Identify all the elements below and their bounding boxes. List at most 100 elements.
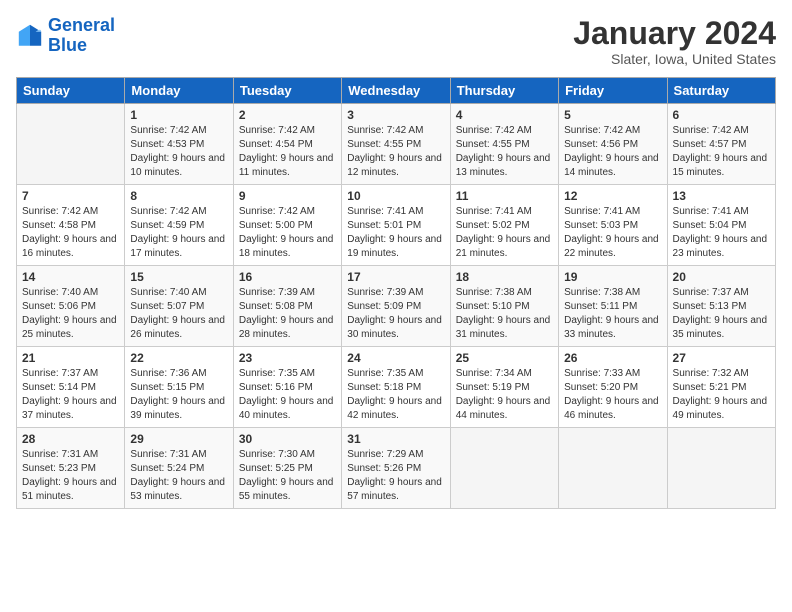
day-info: Sunrise: 7:42 AMSunset: 4:55 PMDaylight:…: [456, 125, 551, 178]
day-number: 18: [456, 270, 553, 284]
col-header-wednesday: Wednesday: [342, 78, 450, 104]
day-cell: 28 Sunrise: 7:31 AMSunset: 5:23 PMDaylig…: [17, 428, 125, 509]
day-cell: [667, 428, 775, 509]
header: General Blue January 2024 Slater, Iowa, …: [16, 16, 776, 67]
day-cell: 19 Sunrise: 7:38 AMSunset: 5:11 PMDaylig…: [559, 266, 667, 347]
day-info: Sunrise: 7:39 AMSunset: 5:08 PMDaylight:…: [239, 287, 334, 340]
day-number: 19: [564, 270, 661, 284]
day-number: 8: [130, 189, 227, 203]
logo-general: General: [48, 15, 115, 35]
day-cell: 12 Sunrise: 7:41 AMSunset: 5:03 PMDaylig…: [559, 185, 667, 266]
calendar-table: SundayMondayTuesdayWednesdayThursdayFrid…: [16, 77, 776, 509]
day-cell: 22 Sunrise: 7:36 AMSunset: 5:15 PMDaylig…: [125, 347, 233, 428]
day-info: Sunrise: 7:41 AMSunset: 5:03 PMDaylight:…: [564, 206, 659, 259]
day-cell: [17, 104, 125, 185]
week-row-3: 14 Sunrise: 7:40 AMSunset: 5:06 PMDaylig…: [17, 266, 776, 347]
week-row-4: 21 Sunrise: 7:37 AMSunset: 5:14 PMDaylig…: [17, 347, 776, 428]
day-number: 3: [347, 108, 444, 122]
day-info: Sunrise: 7:31 AMSunset: 5:23 PMDaylight:…: [22, 449, 117, 502]
col-header-saturday: Saturday: [667, 78, 775, 104]
day-number: 1: [130, 108, 227, 122]
day-number: 25: [456, 351, 553, 365]
day-cell: 16 Sunrise: 7:39 AMSunset: 5:08 PMDaylig…: [233, 266, 341, 347]
title-block: January 2024 Slater, Iowa, United States: [573, 16, 776, 67]
day-number: 22: [130, 351, 227, 365]
day-cell: 14 Sunrise: 7:40 AMSunset: 5:06 PMDaylig…: [17, 266, 125, 347]
day-info: Sunrise: 7:29 AMSunset: 5:26 PMDaylight:…: [347, 449, 442, 502]
day-cell: 15 Sunrise: 7:40 AMSunset: 5:07 PMDaylig…: [125, 266, 233, 347]
day-info: Sunrise: 7:41 AMSunset: 5:01 PMDaylight:…: [347, 206, 442, 259]
day-info: Sunrise: 7:42 AMSunset: 4:58 PMDaylight:…: [22, 206, 117, 259]
day-info: Sunrise: 7:38 AMSunset: 5:10 PMDaylight:…: [456, 287, 551, 340]
day-number: 10: [347, 189, 444, 203]
day-cell: 7 Sunrise: 7:42 AMSunset: 4:58 PMDayligh…: [17, 185, 125, 266]
day-number: 16: [239, 270, 336, 284]
day-cell: [450, 428, 558, 509]
day-info: Sunrise: 7:35 AMSunset: 5:18 PMDaylight:…: [347, 368, 442, 421]
day-cell: 23 Sunrise: 7:35 AMSunset: 5:16 PMDaylig…: [233, 347, 341, 428]
day-number: 23: [239, 351, 336, 365]
day-info: Sunrise: 7:36 AMSunset: 5:15 PMDaylight:…: [130, 368, 225, 421]
logo-text: General Blue: [48, 16, 115, 56]
col-header-monday: Monday: [125, 78, 233, 104]
day-cell: 24 Sunrise: 7:35 AMSunset: 5:18 PMDaylig…: [342, 347, 450, 428]
day-cell: 10 Sunrise: 7:41 AMSunset: 5:01 PMDaylig…: [342, 185, 450, 266]
day-cell: [559, 428, 667, 509]
month-title: January 2024: [573, 16, 776, 51]
col-header-friday: Friday: [559, 78, 667, 104]
day-cell: 26 Sunrise: 7:33 AMSunset: 5:20 PMDaylig…: [559, 347, 667, 428]
week-row-5: 28 Sunrise: 7:31 AMSunset: 5:23 PMDaylig…: [17, 428, 776, 509]
day-cell: 6 Sunrise: 7:42 AMSunset: 4:57 PMDayligh…: [667, 104, 775, 185]
col-header-sunday: Sunday: [17, 78, 125, 104]
week-row-1: 1 Sunrise: 7:42 AMSunset: 4:53 PMDayligh…: [17, 104, 776, 185]
header-row: SundayMondayTuesdayWednesdayThursdayFrid…: [17, 78, 776, 104]
day-number: 5: [564, 108, 661, 122]
day-info: Sunrise: 7:37 AMSunset: 5:13 PMDaylight:…: [673, 287, 768, 340]
day-number: 14: [22, 270, 119, 284]
day-info: Sunrise: 7:34 AMSunset: 5:19 PMDaylight:…: [456, 368, 551, 421]
day-info: Sunrise: 7:41 AMSunset: 5:02 PMDaylight:…: [456, 206, 551, 259]
day-info: Sunrise: 7:42 AMSunset: 4:57 PMDaylight:…: [673, 125, 768, 178]
day-number: 21: [22, 351, 119, 365]
page: General Blue January 2024 Slater, Iowa, …: [0, 0, 792, 612]
day-cell: 4 Sunrise: 7:42 AMSunset: 4:55 PMDayligh…: [450, 104, 558, 185]
day-number: 12: [564, 189, 661, 203]
day-info: Sunrise: 7:40 AMSunset: 5:06 PMDaylight:…: [22, 287, 117, 340]
day-cell: 21 Sunrise: 7:37 AMSunset: 5:14 PMDaylig…: [17, 347, 125, 428]
day-number: 26: [564, 351, 661, 365]
day-info: Sunrise: 7:42 AMSunset: 4:56 PMDaylight:…: [564, 125, 659, 178]
day-info: Sunrise: 7:42 AMSunset: 4:53 PMDaylight:…: [130, 125, 225, 178]
day-cell: 1 Sunrise: 7:42 AMSunset: 4:53 PMDayligh…: [125, 104, 233, 185]
day-cell: 3 Sunrise: 7:42 AMSunset: 4:55 PMDayligh…: [342, 104, 450, 185]
day-info: Sunrise: 7:39 AMSunset: 5:09 PMDaylight:…: [347, 287, 442, 340]
day-number: 9: [239, 189, 336, 203]
day-info: Sunrise: 7:42 AMSunset: 5:00 PMDaylight:…: [239, 206, 334, 259]
day-cell: 20 Sunrise: 7:37 AMSunset: 5:13 PMDaylig…: [667, 266, 775, 347]
day-number: 27: [673, 351, 770, 365]
col-header-tuesday: Tuesday: [233, 78, 341, 104]
day-number: 4: [456, 108, 553, 122]
day-number: 7: [22, 189, 119, 203]
day-cell: 8 Sunrise: 7:42 AMSunset: 4:59 PMDayligh…: [125, 185, 233, 266]
day-number: 15: [130, 270, 227, 284]
day-cell: 31 Sunrise: 7:29 AMSunset: 5:26 PMDaylig…: [342, 428, 450, 509]
day-info: Sunrise: 7:32 AMSunset: 5:21 PMDaylight:…: [673, 368, 768, 421]
day-info: Sunrise: 7:40 AMSunset: 5:07 PMDaylight:…: [130, 287, 225, 340]
day-cell: 29 Sunrise: 7:31 AMSunset: 5:24 PMDaylig…: [125, 428, 233, 509]
col-header-thursday: Thursday: [450, 78, 558, 104]
day-cell: 25 Sunrise: 7:34 AMSunset: 5:19 PMDaylig…: [450, 347, 558, 428]
day-number: 30: [239, 432, 336, 446]
day-cell: 5 Sunrise: 7:42 AMSunset: 4:56 PMDayligh…: [559, 104, 667, 185]
day-info: Sunrise: 7:30 AMSunset: 5:25 PMDaylight:…: [239, 449, 334, 502]
day-info: Sunrise: 7:33 AMSunset: 5:20 PMDaylight:…: [564, 368, 659, 421]
day-number: 31: [347, 432, 444, 446]
day-cell: 18 Sunrise: 7:38 AMSunset: 5:10 PMDaylig…: [450, 266, 558, 347]
day-number: 29: [130, 432, 227, 446]
day-info: Sunrise: 7:35 AMSunset: 5:16 PMDaylight:…: [239, 368, 334, 421]
day-number: 28: [22, 432, 119, 446]
logo-icon: [16, 22, 44, 50]
day-number: 24: [347, 351, 444, 365]
day-info: Sunrise: 7:31 AMSunset: 5:24 PMDaylight:…: [130, 449, 225, 502]
day-info: Sunrise: 7:37 AMSunset: 5:14 PMDaylight:…: [22, 368, 117, 421]
day-info: Sunrise: 7:38 AMSunset: 5:11 PMDaylight:…: [564, 287, 659, 340]
